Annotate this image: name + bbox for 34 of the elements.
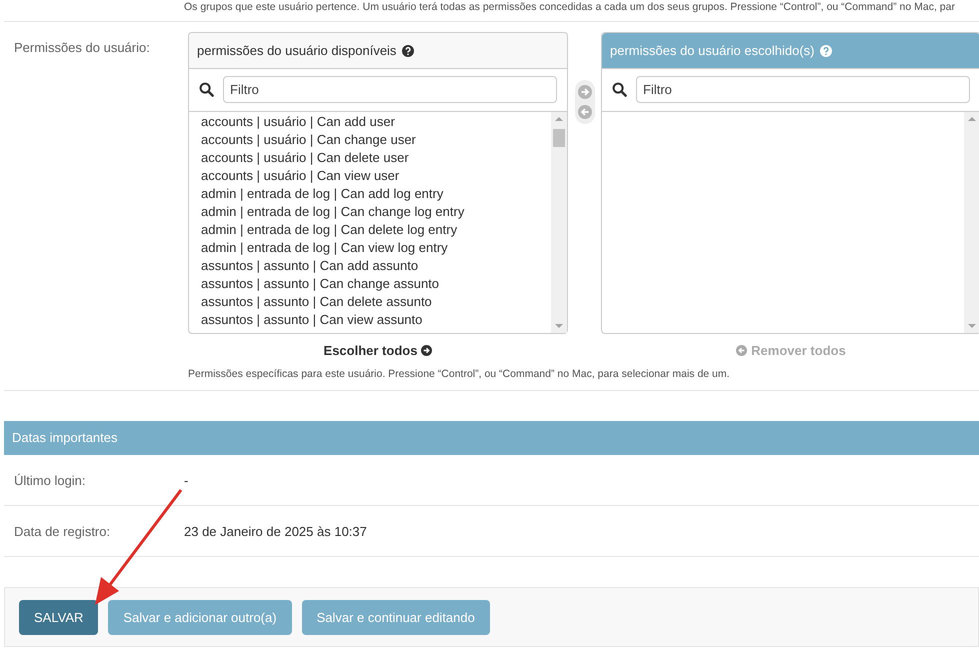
permission-option[interactable]: accounts | usuário | Can delete user — [201, 149, 539, 167]
permission-option[interactable]: assuntos | assunto | Can view assunto — [201, 311, 539, 329]
search-icon — [199, 82, 214, 97]
permission-option[interactable]: accounts | usuário | Can change user — [201, 131, 539, 149]
permission-option[interactable]: assuntos | assunto | Can change assunto — [201, 275, 539, 293]
field-label: Data de registro: — [14, 524, 112, 538]
scrollbar[interactable] — [551, 112, 567, 333]
permission-option[interactable]: admin | entrada de log | Can delete log entry — [201, 221, 539, 239]
permission-option[interactable]: assuntos | assunto | Can add assunto — [201, 257, 539, 275]
section-header: Datas importantes — [4, 421, 979, 455]
permission-option[interactable]: assuntos | assunto | Can delete assunto — [201, 293, 539, 311]
filter-input[interactable]: Filtro — [636, 76, 970, 103]
filter-input[interactable]: Filtro — [223, 76, 557, 103]
left-arrow-icon — [736, 345, 748, 356]
panel-title: permissões do usuário escolhido(s) — [610, 43, 814, 58]
permission-option[interactable]: accounts | usuário | Can add user — [201, 113, 539, 131]
save-button[interactable]: SALVAR — [19, 600, 98, 634]
permission-option[interactable]: admin | entrada de log | Can add log entry — [201, 185, 539, 203]
help-icon — [402, 44, 414, 56]
help-text: Permissões específicas para este usuário. Pressione “Control”, ou “Command” no Mac, para selecionar mais de um. — [188, 368, 731, 380]
help-text: Os grupos que este usuário pertence. Um usuário terá todas as permissões concedidas a cada um dos seus grupos. Pressione “Control”, ou “Command” no Mac, par — [184, 1, 956, 13]
field-value: - — [184, 472, 188, 488]
scrollbar[interactable] — [964, 112, 979, 333]
right-arrow-icon — [421, 345, 432, 356]
field-label: Permissões do usuário: — [14, 39, 151, 57]
field-value: 23 de Janeiro de 2025 às 10:37 — [184, 524, 367, 538]
help-icon — [820, 44, 832, 56]
search-icon — [612, 82, 627, 97]
choose-all-link[interactable]: Escolher todos — [324, 343, 432, 358]
permission-option[interactable]: admin | entrada de log | Can change log entry — [201, 203, 539, 221]
permission-option[interactable]: accounts | usuário | Can view user — [201, 167, 539, 185]
field-label: Último login: — [14, 472, 87, 488]
permission-option[interactable]: admin | entrada de log | Can view log entry — [201, 239, 539, 257]
panel-title: permissões do usuário disponíveis — [197, 43, 396, 58]
